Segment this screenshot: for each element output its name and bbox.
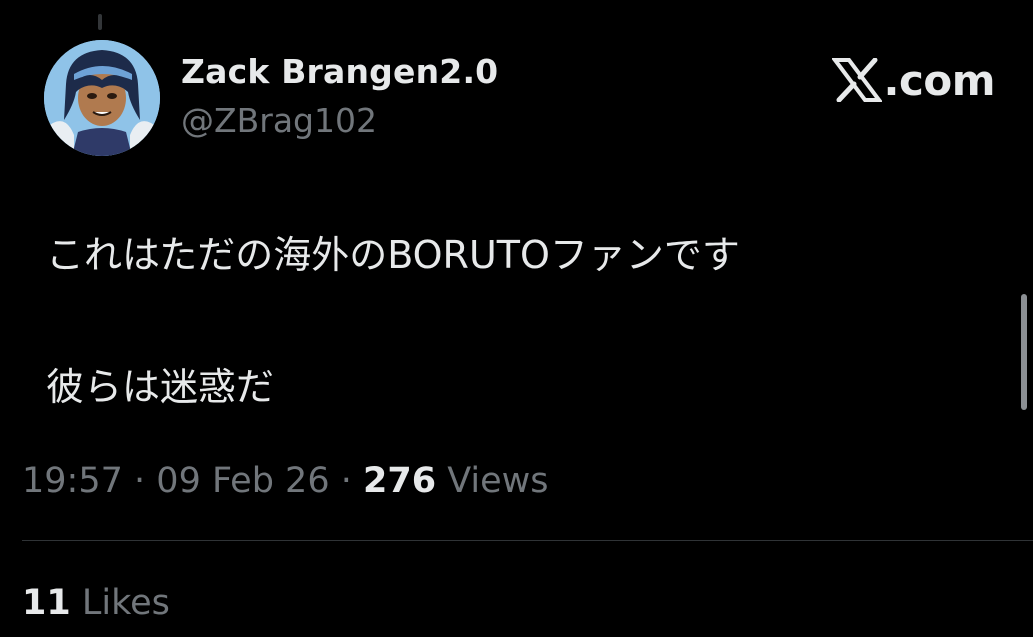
likes-label: Likes: [81, 583, 170, 623]
brand-domain-text: .com: [883, 55, 996, 105]
thread-connector-line: [98, 14, 102, 30]
brand-watermark: .com: [831, 55, 996, 105]
tweet-date[interactable]: 09 Feb 26: [156, 461, 329, 501]
views-label: Views: [447, 461, 549, 501]
likes-link[interactable]: 11 Likes: [22, 583, 170, 623]
tweet-meta: 19:57 · 09 Feb 26 · 276 Views: [22, 461, 549, 501]
anime-character-avatar-icon: [44, 40, 160, 156]
avatar[interactable]: [44, 40, 160, 156]
author-display-name[interactable]: Zack Brangen2.0: [181, 52, 498, 91]
tweet-text-line: 彼らは迷惑だ: [46, 365, 275, 409]
scrollbar[interactable]: [1021, 294, 1027, 410]
x-logo-icon: [831, 58, 882, 102]
tweet-text-line: これはただの海外のBORUTOファンです: [46, 233, 740, 277]
likes-count: 11: [22, 583, 71, 623]
tweet-time[interactable]: 19:57: [22, 461, 123, 501]
author-handle[interactable]: @ZBrag102: [181, 101, 377, 140]
meta-separator: ·: [134, 461, 146, 501]
divider: [22, 540, 1033, 541]
views-count: 276: [363, 461, 437, 501]
meta-separator: ·: [340, 461, 352, 501]
